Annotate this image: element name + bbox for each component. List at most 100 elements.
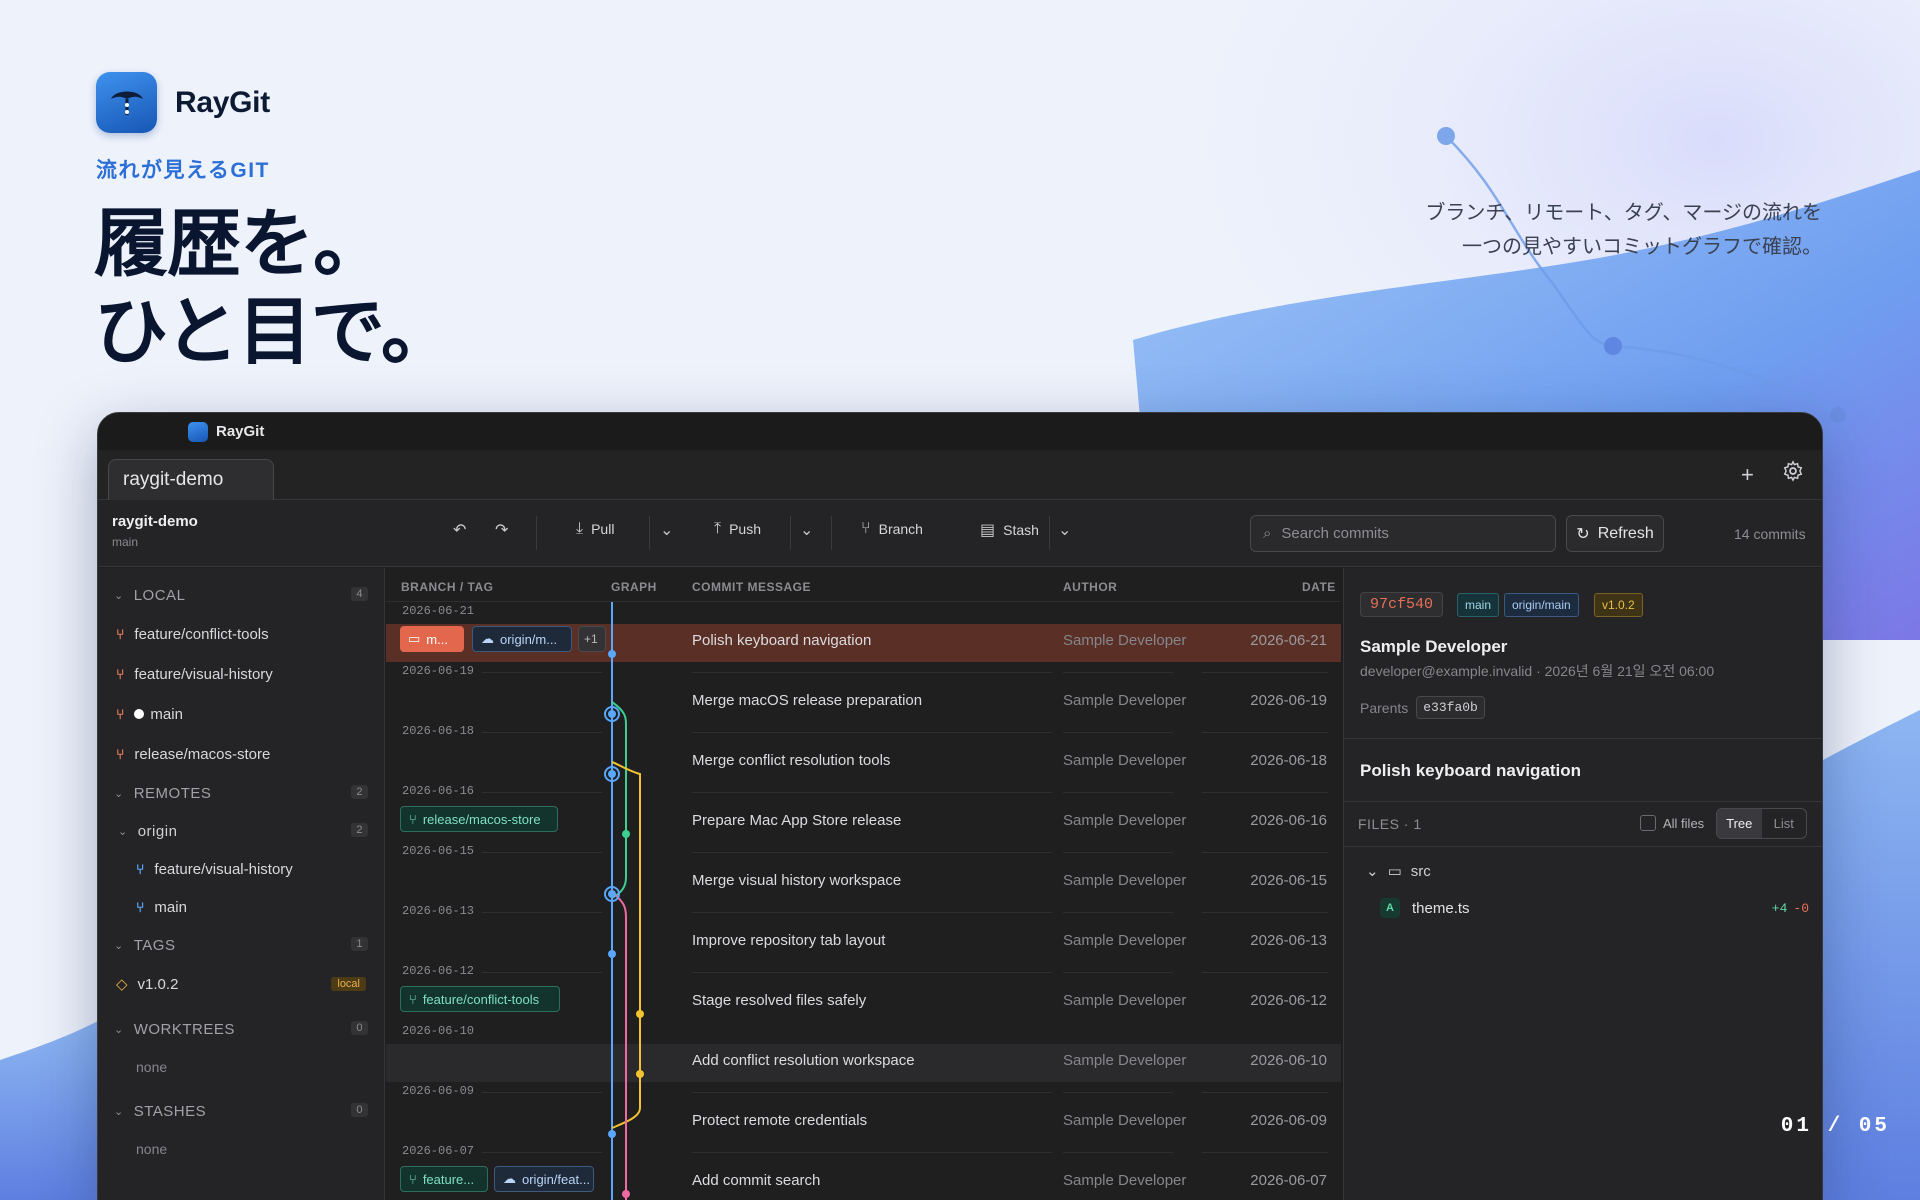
commit-list: BRANCH / TAG GRAPH COMMIT MESSAGE AUTHOR… bbox=[386, 568, 1341, 1200]
section-local[interactable]: ⌄ LOCAL 4 bbox=[98, 576, 384, 614]
headline-line-1: 履歴を。 bbox=[94, 202, 387, 285]
commit-graph bbox=[604, 602, 644, 1200]
commit-hash[interactable]: 97cf540 bbox=[1360, 592, 1444, 617]
window-title: RayGit bbox=[216, 423, 265, 440]
branch-icon: ⑂ bbox=[136, 899, 145, 915]
stash-button[interactable]: ▤ Stash bbox=[980, 520, 1039, 540]
tree-file-theme-ts[interactable]: Atheme.ts bbox=[1380, 898, 1470, 918]
section-remotes[interactable]: ⌄ REMOTES 2 bbox=[98, 774, 384, 812]
col-date: DATE bbox=[1302, 580, 1336, 594]
remote-origin[interactable]: ⌄ origin 2 bbox=[98, 812, 384, 850]
commit-subject: Polish keyboard navigation bbox=[1360, 761, 1582, 780]
section-worktrees[interactable]: ⌄ WORKTREES 0 bbox=[98, 1010, 384, 1048]
commit-meta: developer@example.invalid · 2026년 6월 21일… bbox=[1360, 663, 1715, 679]
chevron-down-icon: ⌄ bbox=[660, 522, 674, 539]
raygit-logo-icon bbox=[96, 72, 157, 133]
chevron-down-icon: ⌄ bbox=[1058, 522, 1072, 539]
push-menu-button[interactable]: ⌄ bbox=[800, 520, 813, 540]
chevron-down-icon: ⌄ bbox=[114, 1105, 124, 1118]
tagline: 流れが見えるGIT bbox=[96, 159, 270, 182]
files-label: FILES · 1 bbox=[1358, 816, 1422, 832]
chevron-down-icon: ⌄ bbox=[114, 787, 124, 800]
commit-parents: Parents e33fa0b bbox=[1360, 696, 1485, 719]
search-input[interactable]: ⌕ Search commits bbox=[1250, 515, 1556, 552]
stash-menu-button[interactable]: ⌄ bbox=[1058, 520, 1071, 540]
headline: 履歴を。 ひと目で。 bbox=[94, 200, 455, 376]
app-icon bbox=[188, 421, 208, 442]
headline-line-2: ひと目で。 bbox=[94, 290, 455, 373]
sidebar-branch-feature-conflict-tools[interactable]: ⑂ feature/conflict-tools bbox=[98, 614, 384, 654]
section-stashes[interactable]: ⌄ STASHES 0 bbox=[98, 1092, 384, 1130]
ref-chip-tag[interactable]: v1.0.2 bbox=[1594, 593, 1643, 617]
pull-button[interactable]: ⤓ Pull bbox=[576, 520, 614, 538]
upload-icon: ⤒ bbox=[714, 520, 722, 537]
local-badge: local bbox=[331, 977, 366, 991]
parent-hash[interactable]: e33fa0b bbox=[1416, 696, 1485, 719]
repo-name: raygit-demo bbox=[112, 513, 198, 530]
current-branch-dot bbox=[134, 709, 145, 719]
repo-branch: main bbox=[112, 535, 139, 549]
col-graph: GRAPH bbox=[611, 580, 657, 594]
gear-icon[interactable] bbox=[1782, 460, 1804, 488]
app-name: RayGit bbox=[175, 85, 270, 119]
worktrees-empty: none bbox=[136, 1059, 168, 1075]
view-toggle: Tree List bbox=[1716, 808, 1807, 839]
branch-icon: ⑂ bbox=[116, 706, 125, 722]
stashes-empty: none bbox=[136, 1141, 168, 1157]
sidebar: ⌄ LOCAL 4 ⑂ feature/conflict-tools ⑂ feature… bbox=[98, 568, 385, 1200]
toolbar: raygit-demo main ↶ ↷ ⤓ Pull ⌄ ⤒ Push ⌄ ⑂ Br… bbox=[98, 500, 1822, 567]
undo-icon: ↶ bbox=[453, 522, 467, 539]
ref-chip-origin-main[interactable]: origin/main bbox=[1504, 593, 1579, 617]
refresh-icon: ↻ bbox=[1576, 525, 1590, 543]
added-status-badge: A bbox=[1380, 898, 1400, 918]
app-window: RayGit raygit-demo + raygit-demo main ↶ … bbox=[97, 412, 1823, 1200]
commit-count: 14 commits bbox=[1734, 526, 1806, 542]
download-icon: ⤓ bbox=[576, 520, 584, 537]
push-button[interactable]: ⤒ Push bbox=[714, 520, 761, 538]
column-header: BRANCH / TAG GRAPH COMMIT MESSAGE AUTHOR… bbox=[386, 568, 1341, 602]
diff-stat: +4 -0 bbox=[1771, 901, 1809, 916]
archive-icon: ▤ bbox=[980, 522, 996, 539]
section-tags[interactable]: ⌄ TAGS 1 bbox=[98, 926, 384, 964]
chevron-down-icon: ⌄ bbox=[1366, 863, 1379, 880]
redo-button[interactable]: ↷ bbox=[495, 520, 508, 540]
all-files-toggle[interactable]: All files bbox=[1640, 815, 1704, 831]
tag-icon: ◇ bbox=[116, 976, 128, 993]
branch-icon: ⑂ bbox=[116, 666, 125, 682]
commit-author: Sample Developer bbox=[1360, 637, 1508, 656]
tree-view-button[interactable]: Tree bbox=[1717, 809, 1762, 838]
refresh-button[interactable]: ↻ Refresh bbox=[1566, 515, 1664, 552]
sidebar-tag-v1-0-2[interactable]: ◇ v1.0.2 local bbox=[98, 964, 384, 1004]
chevron-down-icon: ⌄ bbox=[114, 939, 124, 952]
checkbox[interactable] bbox=[1640, 815, 1656, 831]
subcopy-line-1: ブランチ、リモート、タグ、マージの流れを bbox=[1425, 202, 1822, 224]
branch-icon: ⑂ bbox=[861, 520, 871, 537]
ref-chip-main[interactable]: main bbox=[1457, 593, 1500, 617]
commit-detail-panel: 97cf540 main origin/main v1.0.2 Sample D… bbox=[1343, 568, 1822, 1200]
pull-menu-button[interactable]: ⌄ bbox=[660, 520, 673, 540]
col-author: AUTHOR bbox=[1063, 580, 1118, 594]
chevron-down-icon: ⌄ bbox=[114, 1023, 124, 1036]
chevron-down-icon: ⌄ bbox=[800, 522, 814, 539]
chevron-down-icon: ⌄ bbox=[118, 825, 128, 838]
chevron-down-icon: ⌄ bbox=[114, 589, 124, 602]
sidebar-branch-main[interactable]: ⑂ main bbox=[98, 694, 384, 734]
brand: RayGit bbox=[96, 72, 270, 133]
sidebar-remote-feature-visual-history[interactable]: ⑂ feature/visual-history bbox=[98, 850, 384, 888]
sidebar-branch-release-macos-store[interactable]: ⑂ release/macos-store bbox=[98, 734, 384, 774]
col-commit-message: COMMIT MESSAGE bbox=[692, 580, 812, 594]
plus-icon[interactable]: + bbox=[1741, 462, 1754, 488]
title-bar: RayGit bbox=[98, 413, 1822, 450]
tab-raygit-demo[interactable]: raygit-demo bbox=[108, 459, 274, 500]
folder-icon: ▭ bbox=[1387, 863, 1402, 880]
tree-folder-src[interactable]: ⌄ ▭ src bbox=[1366, 862, 1431, 881]
list-view-button[interactable]: List bbox=[1762, 809, 1807, 838]
tab-bar: raygit-demo + bbox=[98, 450, 1822, 500]
redo-icon: ↷ bbox=[495, 522, 509, 539]
subcopy-line-2: 一つの見やすいコミットグラフで確認。 bbox=[1462, 236, 1822, 258]
sidebar-remote-main[interactable]: ⑂ main bbox=[98, 888, 384, 926]
undo-button[interactable]: ↶ bbox=[453, 520, 466, 540]
page-indicator: 01 / 05 bbox=[1780, 1115, 1890, 1138]
sidebar-branch-feature-visual-history[interactable]: ⑂ feature/visual-history bbox=[98, 654, 384, 694]
branch-button[interactable]: ⑂ Branch bbox=[861, 520, 923, 538]
